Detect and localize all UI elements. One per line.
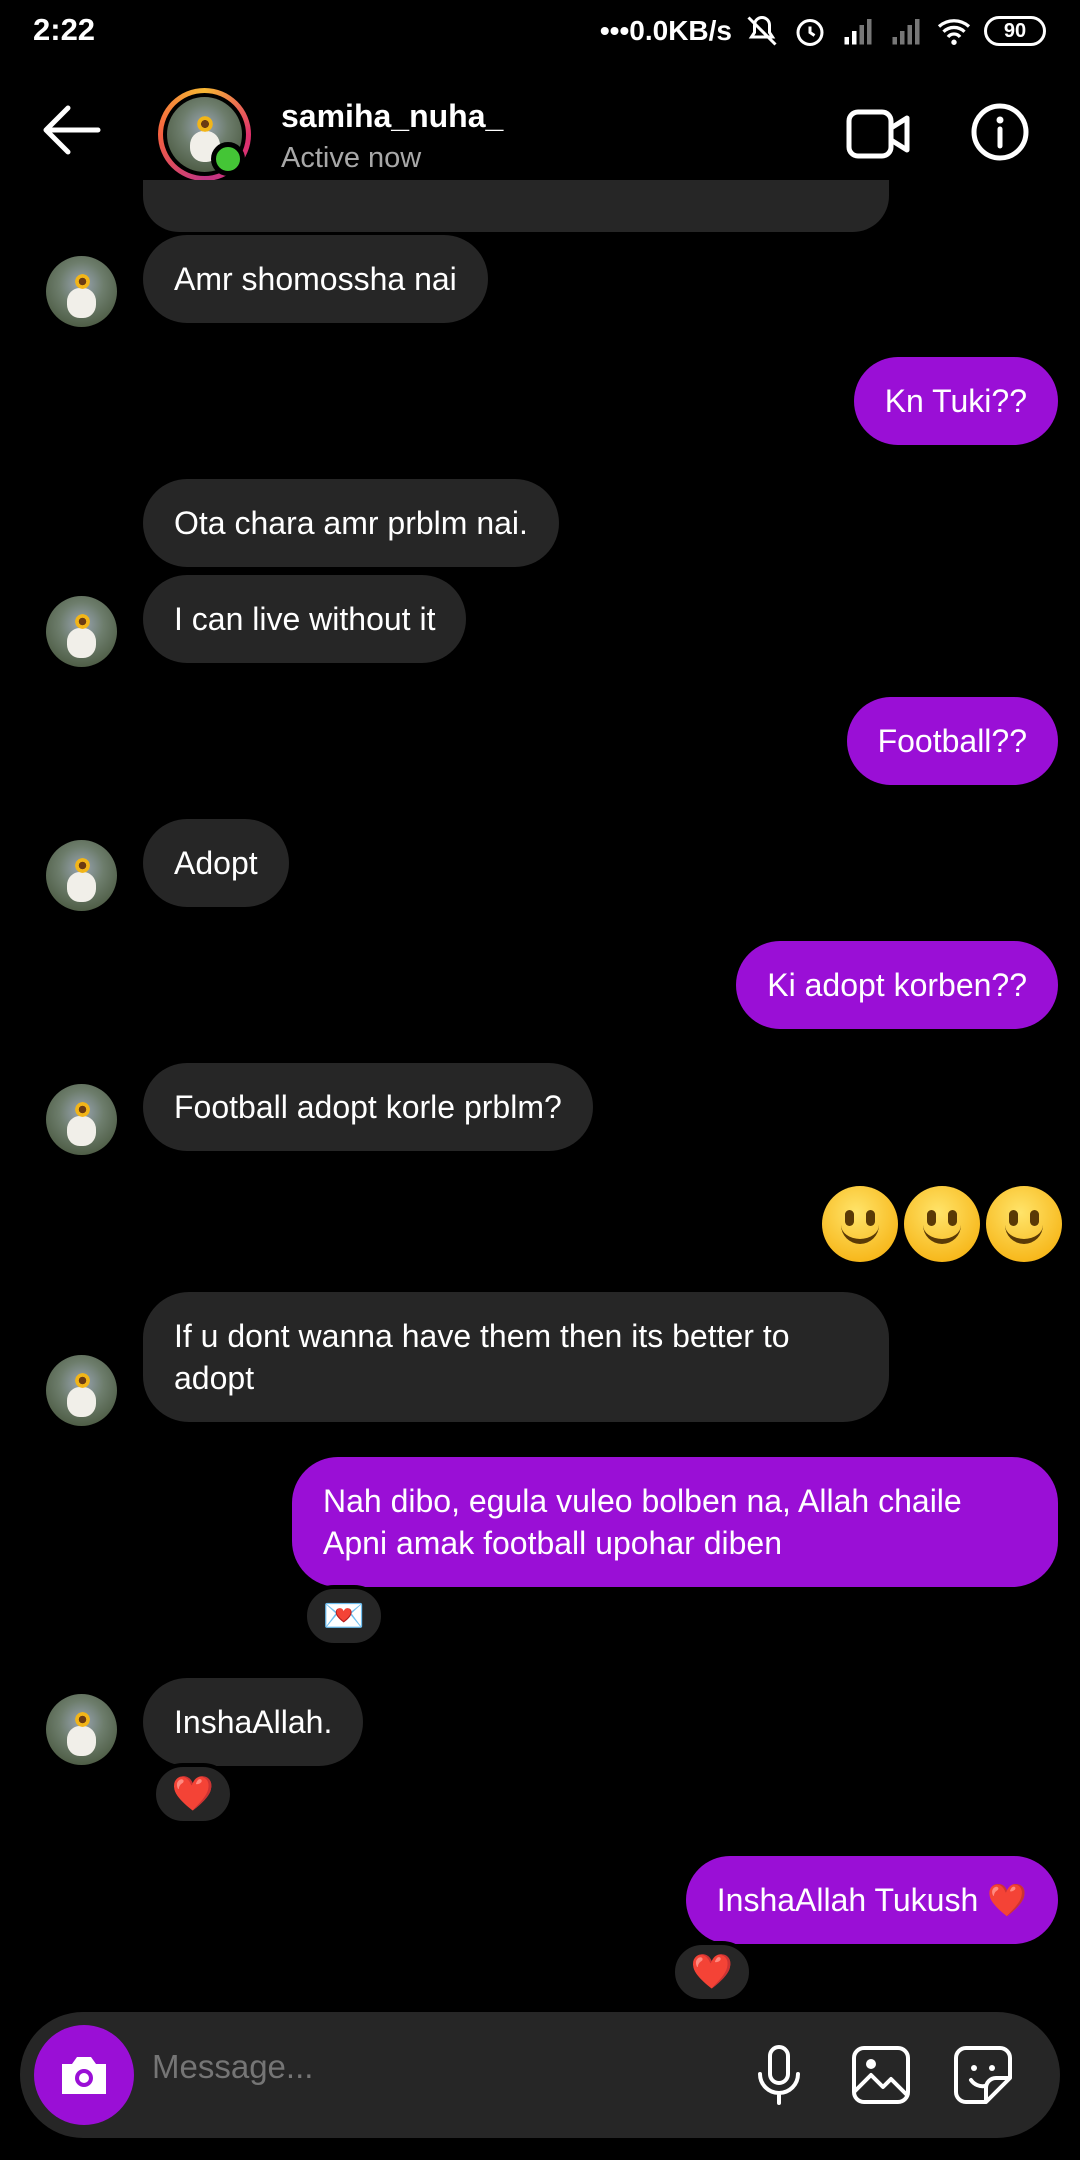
sent-message[interactable]: Kn Tuki??	[853, 357, 1058, 445]
sender-avatar[interactable]	[46, 596, 117, 667]
sender-avatar[interactable]	[46, 1084, 117, 1155]
sent-message[interactable]: Football??	[846, 697, 1058, 785]
signal-icon	[892, 19, 920, 45]
camera-icon	[62, 2057, 106, 2094]
chat-username[interactable]: samiha_nuha_	[281, 98, 503, 135]
message-reaction[interactable]: ❤️	[152, 1763, 234, 1825]
sent-message[interactable]: InshaAllah Tukush ❤️	[685, 1856, 1058, 1944]
signal-icon	[844, 19, 872, 45]
network-speed: •••0.0KB/s	[599, 15, 732, 46]
sender-avatar[interactable]	[46, 256, 117, 327]
sender-avatar[interactable]	[46, 1355, 117, 1426]
status-bar: 2:22 •••0.0KB/s 90	[0, 0, 1080, 62]
emoji-message[interactable]	[822, 1186, 1062, 1262]
message-reaction[interactable]: ❤️	[671, 1941, 753, 2003]
active-status: Active now	[281, 142, 422, 174]
received-message[interactable]: Adopt	[143, 819, 289, 907]
info-icon[interactable]	[970, 102, 1030, 162]
video-camera-icon[interactable]	[845, 106, 911, 162]
sender-avatar[interactable]	[46, 1694, 117, 1765]
received-message[interactable]: InshaAllah.	[143, 1678, 364, 1766]
microphone-icon[interactable]	[746, 2042, 812, 2108]
received-message[interactable]: Amr shomossha nai	[143, 235, 488, 323]
slight-smile-icon	[822, 1186, 898, 1262]
battery-icon: 90	[984, 16, 1046, 46]
message-input[interactable]	[152, 2048, 712, 2086]
received-message[interactable]: Football adopt korle prblm?	[143, 1063, 593, 1151]
online-indicator	[211, 142, 245, 176]
received-message[interactable]: I can live without it	[143, 575, 467, 663]
alarm-icon	[796, 19, 824, 46]
received-message[interactable]: If u dont wanna have them then its bette…	[143, 1292, 889, 1422]
wifi-icon	[937, 19, 971, 45]
mute-icon	[747, 15, 777, 46]
slight-smile-icon	[904, 1186, 980, 1262]
sent-message[interactable]: Nah dibo, egula vuleo bolben na, Allah c…	[292, 1457, 1058, 1587]
status-icons: •••0.0KB/s 90	[600, 12, 1046, 50]
sent-message[interactable]: Ki adopt korben??	[736, 941, 1058, 1029]
slight-smile-icon	[986, 1186, 1062, 1262]
sender-avatar[interactable]	[46, 840, 117, 911]
sticker-icon[interactable]	[950, 2042, 1016, 2108]
received-message[interactable]: Ota chara amr prblm nai.	[143, 479, 559, 567]
message-bubble-partial	[143, 180, 889, 232]
camera-button[interactable]	[34, 2025, 134, 2125]
gallery-icon[interactable]	[848, 2042, 914, 2108]
message-reaction[interactable]: 💌	[303, 1585, 385, 1647]
status-time: 2:22	[33, 12, 96, 47]
back-arrow-icon[interactable]	[38, 100, 104, 160]
message-composer	[20, 2012, 1060, 2138]
